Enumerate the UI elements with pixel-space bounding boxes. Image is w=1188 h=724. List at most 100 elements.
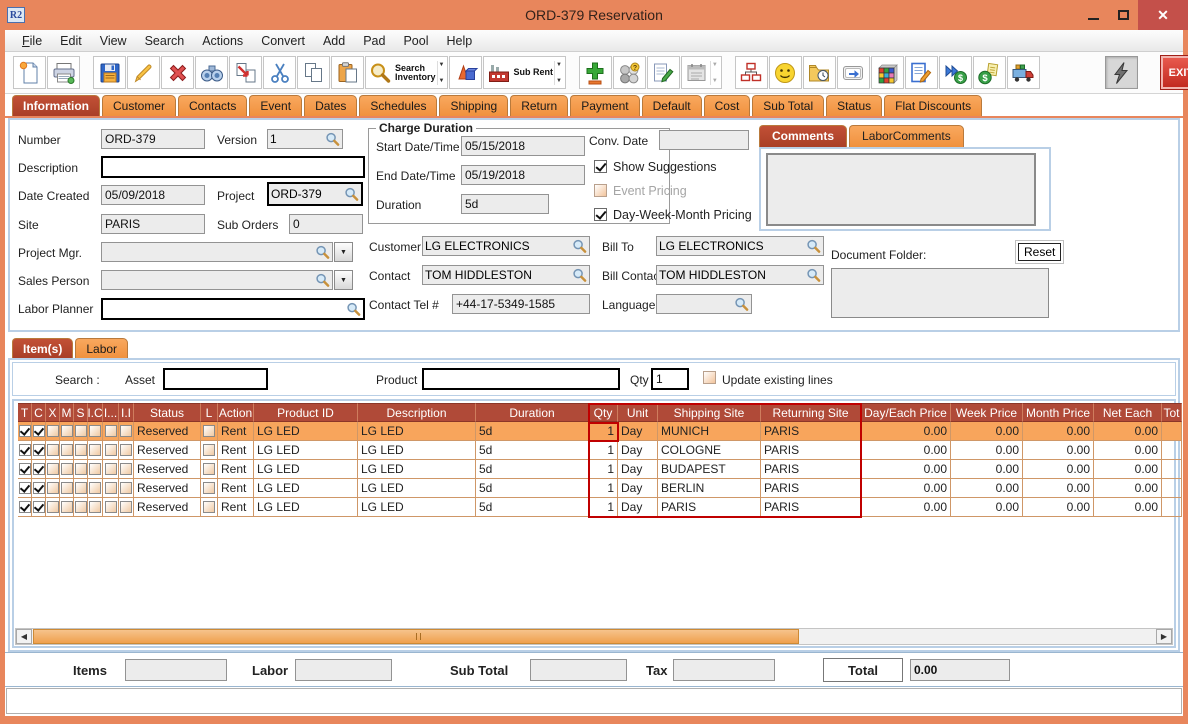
grid-column-header[interactable]: C [32,403,46,422]
scroll-left-arrow[interactable]: ◀ [16,629,32,644]
grid-checkbox[interactable] [120,444,132,456]
items-total-field[interactable] [125,659,227,681]
project-field[interactable] [269,184,344,204]
comments-textarea[interactable] [766,153,1036,226]
grid-checkbox[interactable] [203,482,215,494]
grid-checkbox[interactable] [74,463,87,475]
main-tab[interactable]: Sub Total [752,95,825,116]
grid-checkbox[interactable] [60,463,73,475]
grid-checkbox[interactable] [46,444,59,456]
product-search-input[interactable] [422,368,620,390]
search-inventory-button[interactable]: Search Inventory ▼ ▼ [365,56,449,89]
labor-total-field[interactable] [295,659,392,681]
main-tab[interactable]: Payment [570,95,640,116]
bill-contact-field[interactable] [657,266,806,284]
end-date-field[interactable] [461,165,585,185]
main-tab[interactable]: Status [826,95,883,116]
grid-checkbox[interactable] [89,501,101,513]
save-button[interactable] [93,56,126,89]
delete-button[interactable] [161,56,194,89]
customer-field[interactable] [423,237,572,255]
grid-column-header[interactable]: Returning Site [761,403,861,422]
grid-checkbox[interactable] [32,425,45,437]
option-checkbox[interactable] [594,160,607,173]
grid-column-header[interactable]: Qty [589,403,618,422]
comments-tab[interactable]: Comments [759,125,848,147]
grid-checkbox[interactable] [60,444,73,456]
availability-cubes-button[interactable] [870,56,904,89]
notes-button[interactable] [646,56,680,89]
main-tab[interactable]: Dates [304,95,358,116]
asset-search-input[interactable] [163,368,268,390]
history-folder-button[interactable] [802,56,836,89]
exit-button[interactable]: EXIT [1159,55,1188,90]
grid-row[interactable]: Reserved Rent LG LED LG LED 5d 1 Day BERLIN PARI… [18,479,1182,498]
scroll-right-arrow[interactable]: ▶ [1156,629,1172,644]
items-tab[interactable]: Item(s) [12,338,74,358]
main-tab[interactable]: Schedules [359,95,438,116]
grid-checkbox[interactable] [203,425,215,437]
grid-checkbox[interactable] [32,444,45,456]
menu-item[interactable]: View [91,32,136,50]
project-lookup-icon[interactable] [344,187,360,202]
grid-column-header[interactable]: M [60,403,74,422]
grid-column-header[interactable]: Month Price [1023,403,1094,422]
contact-tel-field[interactable] [452,294,590,314]
site-field[interactable] [101,214,205,234]
grid-checkbox[interactable] [203,444,215,456]
grid-column-header[interactable]: I.C [88,403,103,422]
grid-column-header[interactable]: Product ID [254,403,358,422]
menu-item[interactable]: Add [314,32,354,50]
option-checkbox[interactable] [594,184,607,197]
paste-button[interactable] [331,56,364,89]
grid-row[interactable]: Reserved Rent LG LED LG LED 5d 1 Day COLOGNE PAR… [18,441,1182,460]
customer-lookup-icon[interactable] [572,239,588,254]
menu-item[interactable]: Pad [354,32,394,50]
forward-rates-button[interactable]: $ [938,56,972,89]
main-tab[interactable]: Flat Discounts [884,95,983,116]
option-checkbox[interactable] [594,208,607,221]
grid-checkbox[interactable] [60,425,73,437]
grid-checkbox[interactable] [32,463,45,475]
find-button[interactable] [195,56,228,89]
grid-column-header[interactable]: Description [358,403,476,422]
bill-to-lookup-icon[interactable] [806,239,822,254]
comments-tab[interactable]: LaborComments [849,125,964,147]
bill-to-field[interactable] [657,237,806,255]
transfer-button[interactable] [229,56,262,89]
grid-column-header[interactable]: I... [103,403,119,422]
search-inventory-dropdown-icon[interactable]: ▼ ▼ [436,60,446,85]
grid-column-header[interactable]: Duration [476,403,589,422]
grid-row[interactable]: Reserved Rent LG LED LG LED 5d 1 Day BUDAPEST PA… [18,460,1182,479]
grid-checkbox[interactable] [32,482,45,494]
date-created-field[interactable] [101,185,205,205]
grid-checkbox[interactable] [104,463,117,475]
description-field[interactable] [101,156,365,178]
grid-checkbox[interactable] [120,501,132,513]
version-field[interactable] [268,130,325,148]
grid-checkbox[interactable] [89,482,101,494]
menu-item[interactable]: File [13,32,51,50]
menu-item[interactable]: Edit [51,32,91,50]
language-lookup-icon[interactable] [734,297,750,312]
grid-column-header[interactable]: Week Price [951,403,1023,422]
grid-checkbox[interactable] [46,463,59,475]
bill-contact-lookup-icon[interactable] [806,268,822,283]
rates-notes-button[interactable]: $ [972,56,1006,89]
main-tab[interactable]: Customer [102,95,177,116]
items-tab[interactable]: Labor [75,338,129,358]
edit-button[interactable] [127,56,160,89]
main-tab[interactable]: Shipping [439,95,509,116]
grid-checkbox[interactable] [74,501,87,513]
grid-column-header[interactable]: S [74,403,88,422]
grid-column-header[interactable]: T [18,403,32,422]
tax-field[interactable] [673,659,775,681]
conv-date-field[interactable] [659,130,749,150]
new-document-button[interactable] [13,56,46,89]
menu-item[interactable]: Actions [193,32,252,50]
project-mgr-field[interactable] [102,243,315,261]
grid-checkbox[interactable] [74,444,87,456]
menu-item[interactable]: Search [136,32,194,50]
grid-column-header[interactable]: Action [218,403,254,422]
grid-column-header[interactable]: Shipping Site [658,403,761,422]
